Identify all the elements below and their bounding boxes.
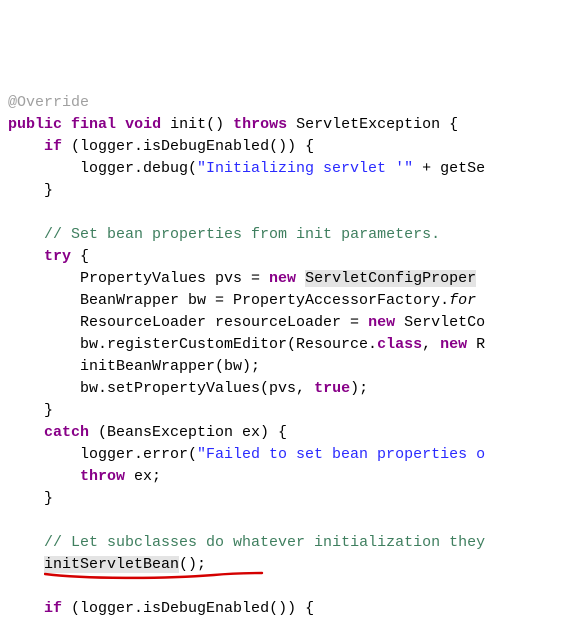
emphasized-call: initServletBean(); — [44, 554, 206, 576]
code-text: (); — [179, 556, 206, 573]
annotation: @Override — [8, 94, 89, 111]
kw-final: final — [71, 116, 116, 133]
highlighted-type: ServletConfigProper — [305, 270, 476, 287]
kw-void: void — [125, 116, 161, 133]
code-text-italic: for — [449, 292, 476, 309]
code-text: bw.setPropertyValues(pvs, — [8, 380, 314, 397]
kw-true: true — [314, 380, 350, 397]
code-text: ex; — [125, 468, 161, 485]
code-text: BeanWrapper bw = PropertyAccessorFactory… — [8, 292, 449, 309]
string-literal: "Failed to set bean properties o — [197, 446, 485, 463]
code-text: PropertyValues pvs = — [8, 270, 269, 287]
method-name: init() — [161, 116, 233, 133]
code-text: { — [71, 248, 89, 265]
kw-try: try — [44, 248, 71, 265]
comment: // Set bean properties from init paramet… — [44, 226, 440, 243]
code-text: (logger.isDebugEnabled()) { — [62, 138, 314, 155]
kw-catch: catch — [44, 424, 89, 441]
kw-new: new — [440, 336, 467, 353]
kw-class: class — [377, 336, 422, 353]
code-text: R — [467, 336, 485, 353]
code-text: ); — [350, 380, 368, 397]
string-literal: "Initializing servlet '" — [197, 160, 413, 177]
code-text: + getSe — [413, 160, 485, 177]
code-text: } — [8, 182, 53, 199]
code-text: (logger.isDebugEnabled()) { — [62, 600, 314, 617]
kw-if: if — [44, 138, 62, 155]
kw-throw: throw — [80, 468, 125, 485]
code-text: } — [8, 490, 53, 507]
kw-if: if — [44, 600, 62, 617]
code-text: , — [422, 336, 440, 353]
code-text: ResourceLoader resourceLoader = — [8, 314, 368, 331]
highlighted-call: initServletBean — [44, 556, 179, 573]
kw-new: new — [269, 270, 296, 287]
code-text: initBeanWrapper(bw); — [8, 358, 260, 375]
comment: // Let subclasses do whatever initializa… — [44, 534, 485, 551]
code-text: bw.registerCustomEditor(Resource. — [8, 336, 377, 353]
kw-public: public — [8, 116, 62, 133]
code-text: (BeansException ex) { — [89, 424, 287, 441]
code-text — [296, 270, 305, 287]
code-text: logger.debug( — [8, 160, 197, 177]
code-text: } — [8, 402, 53, 419]
code-text: ServletCo — [395, 314, 485, 331]
kw-throws: throws — [233, 116, 287, 133]
code-text: logger.error( — [8, 446, 197, 463]
kw-new: new — [368, 314, 395, 331]
code-text: ServletException { — [287, 116, 458, 133]
